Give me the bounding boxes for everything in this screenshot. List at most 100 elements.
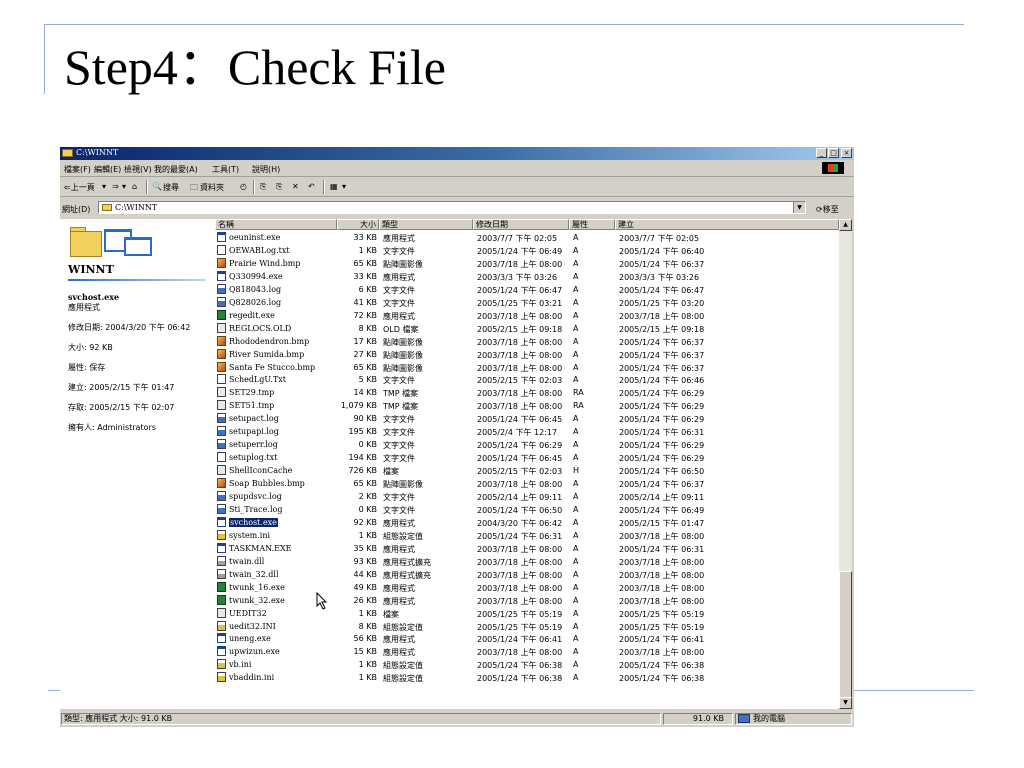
file-row[interactable]: OEWABLog.txt 1 KB 文字文件 2005/1/24 下午 06:49 A 2…: [215, 244, 839, 257]
file-row[interactable]: spupdsvc.log 2 KB 文字文件 2005/2/14 上午 09:11 A 2…: [215, 490, 839, 503]
file-row[interactable]: River Sumida.bmp 27 KB 點陣圖影像 2003/7/18 上午 0…: [215, 348, 839, 361]
scroll-up-icon[interactable]: ▲: [839, 219, 852, 231]
cell-name[interactable]: Q330994.exe: [229, 272, 283, 281]
close-button[interactable]: ×: [841, 148, 852, 158]
cell-name[interactable]: SET51.tmp: [229, 401, 274, 410]
cell-name[interactable]: twain.dll: [229, 557, 264, 566]
cell-name[interactable]: ShellIconCache: [229, 466, 292, 475]
file-row[interactable]: uneng.exe 56 KB 應用程式 2005/1/24 下午 06:41 A 200…: [215, 632, 839, 645]
file-row[interactable]: setupact.log 90 KB 文字文件 2005/1/24 下午 06:45 A…: [215, 412, 839, 425]
column-header-name[interactable]: 名稱: [215, 219, 337, 230]
cell-name[interactable]: twunk_32.exe: [229, 596, 285, 605]
up-folder-button[interactable]: ⌂: [132, 182, 137, 191]
file-row[interactable]: SET29.tmp 14 KB TMP 檔案 2003/7/18 上午 08:00 RA…: [215, 386, 839, 399]
file-row[interactable]: Prairie Wind.bmp 65 KB 點陣圖影像 2003/7/18 上午 0…: [215, 257, 839, 270]
column-header-created[interactable]: 建立: [615, 219, 839, 230]
file-row[interactable]: ShellIconCache 726 KB 檔案 2005/2/15 下午 02:03…: [215, 464, 839, 477]
file-row[interactable]: twunk_32.exe 26 KB 應用程式 2003/7/18 上午 08:00 A…: [215, 594, 839, 607]
cell-name[interactable]: Q828026.log: [229, 298, 281, 307]
cell-name[interactable]: SET29.tmp: [229, 388, 274, 397]
file-row[interactable]: Sti_Trace.log 0 KB 文字文件 2005/1/24 下午 06:50 A…: [215, 503, 839, 516]
file-row[interactable]: SchedLgU.Txt 5 KB 文字文件 2005/2/15 下午 02:03 A 2…: [215, 373, 839, 386]
file-row[interactable]: system.ini 1 KB 組態設定值 2005/1/24 下午 06:31 A 20…: [215, 529, 839, 542]
cell-name[interactable]: Prairie Wind.bmp: [229, 259, 300, 268]
file-row[interactable]: uedit32.INI 8 KB 組態設定值 2005/1/25 下午 05:19 A 2…: [215, 620, 839, 633]
file-row[interactable]: TASKMAN.EXE 35 KB 應用程式 2003/7/18 上午 08:00 A 2…: [215, 542, 839, 555]
cell-name[interactable]: TASKMAN.EXE: [229, 544, 292, 553]
file-row[interactable]: vbaddin.ini 1 KB 組態設定值 2005/1/24 下午 06:38 A 2…: [215, 671, 839, 684]
file-row[interactable]: twain.dll 93 KB 應用程式擴充 2003/7/18 上午 08:00 A 2…: [215, 555, 839, 568]
cell-name[interactable]: Rhododendron.bmp: [229, 337, 309, 346]
column-header-modified[interactable]: 修改日期: [473, 219, 569, 230]
cell-name[interactable]: REGLOCS.OLD: [229, 324, 291, 333]
file-row[interactable]: setuperr.log 0 KB 文字文件 2005/1/24 下午 06:29 A 2…: [215, 438, 839, 451]
views-button[interactable]: ▦: [330, 182, 338, 191]
forward-dropdown-icon[interactable]: ▾: [122, 182, 126, 191]
undo-button[interactable]: ↶: [308, 182, 315, 191]
menu-edit[interactable]: 編輯(E): [94, 164, 121, 175]
address-value[interactable]: C:\WINNT: [115, 203, 157, 212]
cell-name[interactable]: uedit32.INI: [229, 622, 276, 631]
file-row[interactable]: oeuninst.exe 33 KB 應用程式 2003/7/7 下午 02:05 A 2…: [215, 231, 839, 244]
cell-name[interactable]: twain_32.dll: [229, 570, 279, 579]
file-row[interactable]: Santa Fe Stucco.bmp 65 KB 點陣圖影像 2003/7/18 上…: [215, 361, 839, 374]
cell-name[interactable]: SchedLgU.Txt: [229, 375, 286, 384]
file-row[interactable]: SET51.tmp 1,079 KB TMP 檔案 2003/7/18 上午 08:0…: [215, 399, 839, 412]
folders-icon[interactable]: 🗀: [190, 182, 198, 196]
file-row[interactable]: regedit.exe 72 KB 應用程式 2003/7/18 上午 08:00 A 2…: [215, 309, 839, 322]
cell-name[interactable]: setupact.log: [229, 414, 279, 423]
file-row[interactable]: REGLOCS.OLD 8 KB OLD 檔案 2005/2/15 上午 09:18 A…: [215, 322, 839, 335]
maximize-button[interactable]: □: [828, 148, 839, 158]
file-row[interactable]: svchost.exe 92 KB 應用程式 2004/3/20 下午 06:42 A 2…: [215, 516, 839, 529]
cell-name[interactable]: twunk_16.exe: [229, 583, 285, 592]
vertical-scrollbar[interactable]: ▲ ▼: [839, 219, 852, 709]
search-button[interactable]: 搜尋: [163, 182, 179, 193]
minimize-button[interactable]: _: [816, 148, 827, 158]
cell-name[interactable]: UEDIT32: [229, 609, 267, 618]
column-header-attributes[interactable]: 屬性: [569, 219, 615, 230]
cell-name[interactable]: uneng.exe: [229, 634, 271, 643]
forward-button[interactable]: ⇒: [112, 182, 119, 191]
scroll-thumb[interactable]: [839, 571, 852, 699]
file-row[interactable]: Q828026.log 41 KB 文字文件 2005/1/25 下午 03:21 A 2…: [215, 296, 839, 309]
cell-name[interactable]: vbaddin.ini: [229, 673, 274, 682]
address-dropdown-icon[interactable]: ▼: [793, 202, 805, 213]
cell-name[interactable]: Soap Bubbles.bmp: [229, 479, 305, 488]
file-row[interactable]: setupapi.log 195 KB 文字文件 2005/2/4 下午 12:17 A…: [215, 425, 839, 438]
move-to-button[interactable]: ⎘: [260, 182, 266, 192]
cell-name[interactable]: upwizun.exe: [229, 647, 280, 656]
menu-file[interactable]: 檔案(F): [64, 164, 91, 175]
scroll-down-icon[interactable]: ▼: [839, 697, 852, 709]
file-row[interactable]: Q330994.exe 33 KB 應用程式 2003/3/3 下午 03:26 A 20…: [215, 270, 839, 283]
menu-tools[interactable]: 工具(T): [212, 164, 239, 175]
cell-name[interactable]: vb.ini: [229, 660, 251, 669]
file-row[interactable]: UEDIT32 1 KB 檔案 2005/1/25 下午 05:19 A 2005/1/2…: [215, 607, 839, 620]
cell-name[interactable]: system.ini: [229, 531, 270, 540]
file-row[interactable]: twunk_16.exe 49 KB 應用程式 2003/7/18 上午 08:00 A…: [215, 581, 839, 594]
back-button[interactable]: ⇐上一頁: [64, 182, 95, 193]
file-row[interactable]: twain_32.dll 44 KB 應用程式擴充 2003/7/18 上午 08:0…: [215, 568, 839, 581]
cell-name[interactable]: Santa Fe Stucco.bmp: [229, 363, 315, 372]
cell-name[interactable]: River Sumida.bmp: [229, 350, 304, 359]
cell-name[interactable]: setuplog.txt: [229, 453, 277, 462]
menu-view[interactable]: 檢視(V): [124, 164, 152, 175]
file-row[interactable]: upwizun.exe 15 KB 應用程式 2003/7/18 上午 08:00 A 2…: [215, 645, 839, 658]
file-row[interactable]: Rhododendron.bmp 17 KB 點陣圖影像 2003/7/18 上午 0…: [215, 335, 839, 348]
back-dropdown-icon[interactable]: ▾: [102, 182, 106, 191]
file-row[interactable]: vb.ini 1 KB 組態設定值 2005/1/24 下午 06:38 A 2005/1…: [215, 658, 839, 671]
cell-name[interactable]: svchost.exe: [229, 517, 278, 527]
cell-name[interactable]: OEWABLog.txt: [229, 246, 290, 255]
cell-name[interactable]: spupdsvc.log: [229, 492, 282, 501]
views-dropdown-icon[interactable]: ▾: [342, 182, 346, 191]
history-button[interactable]: ◴: [240, 182, 247, 191]
menu-help[interactable]: 說明(H): [252, 164, 280, 175]
cell-name[interactable]: setuperr.log: [229, 440, 278, 449]
address-input[interactable]: C:\WINNT ▼: [98, 201, 806, 214]
copy-to-button[interactable]: ⎘: [276, 182, 282, 192]
cell-name[interactable]: regedit.exe: [229, 311, 275, 320]
file-row[interactable]: Soap Bubbles.bmp 65 KB 點陣圖影像 2003/7/18 上午 0…: [215, 477, 839, 490]
menu-favorites[interactable]: 我的最愛(A): [154, 164, 198, 175]
cell-name[interactable]: setupapi.log: [229, 427, 279, 436]
folders-button[interactable]: 資料夾: [200, 182, 224, 193]
column-header-size[interactable]: 大小: [337, 219, 379, 230]
